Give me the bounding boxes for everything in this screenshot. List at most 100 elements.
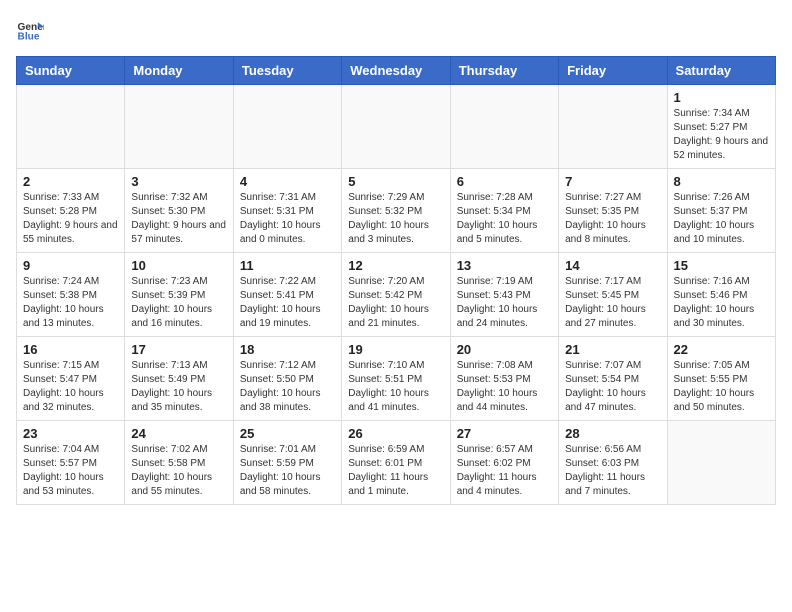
day-number: 25 [240,426,335,441]
calendar-cell: 17 Sunrise: 7:13 AM Sunset: 5:49 PM Dayli… [125,337,233,421]
day-info: Sunrise: 7:28 AM Sunset: 5:34 PM Dayligh… [457,191,552,247]
logo-icon: General Blue [16,16,44,44]
day-info: Sunrise: 7:26 AM Sunset: 5:37 PM Dayligh… [674,191,769,247]
calendar-cell: 3Sunrise: 7:32 AM Sunset: 5:30 PM Daylig… [125,169,233,253]
logo: General Blue [16,16,48,44]
calendar-cell [450,85,558,169]
column-header-saturday: Saturday [667,57,775,85]
day-info: Sunrise: 7:02 AM Sunset: 5:58 PM Dayligh… [131,443,226,499]
day-info: Sunrise: 7:29 AM Sunset: 5:32 PM Dayligh… [348,191,443,247]
day-info: Sunrise: 7:31 AM Sunset: 5:31 PM Dayligh… [240,191,335,247]
calendar-cell [342,85,450,169]
day-info: Sunrise: 6:56 AM Sunset: 6:03 PM Dayligh… [565,443,660,499]
calendar-cell: 1 Sunrise: 7:34 AM Sunset: 5:27 PM Daylig… [667,85,775,169]
calendar-cell: 2Sunrise: 7:33 AM Sunset: 5:28 PM Daylig… [17,169,125,253]
day-info: Sunrise: 7:23 AM Sunset: 5:39 PM Dayligh… [131,275,226,331]
day-info: Sunrise: 7:20 AM Sunset: 5:42 PM Dayligh… [348,275,443,331]
calendar-cell: 14 Sunrise: 7:17 AM Sunset: 5:45 PM Dayli… [559,253,667,337]
calendar-header-row: SundayMondayTuesdayWednesdayThursdayFrid… [17,57,776,85]
calendar-cell: 13 Sunrise: 7:19 AM Sunset: 5:43 PM Dayli… [450,253,558,337]
day-info: Sunrise: 7:08 AM Sunset: 5:53 PM Dayligh… [457,359,552,415]
calendar-cell: 6 Sunrise: 7:28 AM Sunset: 5:34 PM Daylig… [450,169,558,253]
day-number: 5 [348,174,443,189]
day-info: Sunrise: 7:12 AM Sunset: 5:50 PM Dayligh… [240,359,335,415]
column-header-sunday: Sunday [17,57,125,85]
day-number: 13 [457,258,552,273]
day-number: 15 [674,258,769,273]
calendar-cell: 27 Sunrise: 6:57 AM Sunset: 6:02 PM Dayli… [450,421,558,505]
day-number: 17 [131,342,226,357]
day-number: 21 [565,342,660,357]
calendar-cell: 5 Sunrise: 7:29 AM Sunset: 5:32 PM Daylig… [342,169,450,253]
day-info: Sunrise: 7:10 AM Sunset: 5:51 PM Dayligh… [348,359,443,415]
day-info: Sunrise: 7:04 AM Sunset: 5:57 PM Dayligh… [23,443,118,499]
day-info: Sunrise: 6:59 AM Sunset: 6:01 PM Dayligh… [348,443,443,499]
day-number: 8 [674,174,769,189]
calendar-cell: 20 Sunrise: 7:08 AM Sunset: 5:53 PM Dayli… [450,337,558,421]
column-header-friday: Friday [559,57,667,85]
svg-text:Blue: Blue [18,31,40,42]
day-info: Sunrise: 7:17 AM Sunset: 5:45 PM Dayligh… [565,275,660,331]
calendar-cell: 26 Sunrise: 6:59 AM Sunset: 6:01 PM Dayli… [342,421,450,505]
calendar-cell: 23 Sunrise: 7:04 AM Sunset: 5:57 PM Dayli… [17,421,125,505]
column-header-tuesday: Tuesday [233,57,341,85]
calendar-week-row: 16 Sunrise: 7:15 AM Sunset: 5:47 PM Dayli… [17,337,776,421]
day-number: 9 [23,258,118,273]
calendar-cell: 28 Sunrise: 6:56 AM Sunset: 6:03 PM Dayli… [559,421,667,505]
calendar-week-row: 9 Sunrise: 7:24 AM Sunset: 5:38 PM Daylig… [17,253,776,337]
day-number: 18 [240,342,335,357]
calendar-week-row: 23 Sunrise: 7:04 AM Sunset: 5:57 PM Dayli… [17,421,776,505]
day-number: 28 [565,426,660,441]
calendar-cell: 12 Sunrise: 7:20 AM Sunset: 5:42 PM Dayli… [342,253,450,337]
calendar-cell [125,85,233,169]
calendar-week-row: 2Sunrise: 7:33 AM Sunset: 5:28 PM Daylig… [17,169,776,253]
day-number: 12 [348,258,443,273]
calendar-cell [17,85,125,169]
day-number: 1 [674,90,769,105]
calendar-week-row: 1 Sunrise: 7:34 AM Sunset: 5:27 PM Daylig… [17,85,776,169]
day-number: 6 [457,174,552,189]
calendar-table: SundayMondayTuesdayWednesdayThursdayFrid… [16,56,776,505]
day-number: 11 [240,258,335,273]
calendar-cell: 21Sunrise: 7:07 AM Sunset: 5:54 PM Dayli… [559,337,667,421]
calendar-cell: 7 Sunrise: 7:27 AM Sunset: 5:35 PM Daylig… [559,169,667,253]
calendar-cell: 4 Sunrise: 7:31 AM Sunset: 5:31 PM Daylig… [233,169,341,253]
column-header-monday: Monday [125,57,233,85]
calendar-cell: 9 Sunrise: 7:24 AM Sunset: 5:38 PM Daylig… [17,253,125,337]
day-number: 19 [348,342,443,357]
calendar-cell: 15 Sunrise: 7:16 AM Sunset: 5:46 PM Dayli… [667,253,775,337]
calendar-cell: 8 Sunrise: 7:26 AM Sunset: 5:37 PM Daylig… [667,169,775,253]
day-number: 3 [131,174,226,189]
column-header-wednesday: Wednesday [342,57,450,85]
day-number: 22 [674,342,769,357]
calendar-cell: 22 Sunrise: 7:05 AM Sunset: 5:55 PM Dayli… [667,337,775,421]
day-info: Sunrise: 7:24 AM Sunset: 5:38 PM Dayligh… [23,275,118,331]
calendar-cell: 18 Sunrise: 7:12 AM Sunset: 5:50 PM Dayli… [233,337,341,421]
day-info: Sunrise: 7:05 AM Sunset: 5:55 PM Dayligh… [674,359,769,415]
day-info: Sunrise: 6:57 AM Sunset: 6:02 PM Dayligh… [457,443,552,499]
day-info: Sunrise: 7:13 AM Sunset: 5:49 PM Dayligh… [131,359,226,415]
calendar-cell: 10 Sunrise: 7:23 AM Sunset: 5:39 PM Dayli… [125,253,233,337]
day-number: 27 [457,426,552,441]
day-number: 4 [240,174,335,189]
day-info: Sunrise: 7:16 AM Sunset: 5:46 PM Dayligh… [674,275,769,331]
day-info: Sunrise: 7:33 AM Sunset: 5:28 PM Dayligh… [23,191,118,247]
day-number: 23 [23,426,118,441]
calendar-cell [233,85,341,169]
day-info: Sunrise: 7:27 AM Sunset: 5:35 PM Dayligh… [565,191,660,247]
day-number: 20 [457,342,552,357]
day-number: 10 [131,258,226,273]
day-info: Sunrise: 7:34 AM Sunset: 5:27 PM Dayligh… [674,107,769,163]
calendar-cell [559,85,667,169]
calendar-cell [667,421,775,505]
day-info: Sunrise: 7:01 AM Sunset: 5:59 PM Dayligh… [240,443,335,499]
page-header: General Blue [16,16,776,44]
day-info: Sunrise: 7:19 AM Sunset: 5:43 PM Dayligh… [457,275,552,331]
day-info: Sunrise: 7:15 AM Sunset: 5:47 PM Dayligh… [23,359,118,415]
day-number: 14 [565,258,660,273]
calendar-cell: 25 Sunrise: 7:01 AM Sunset: 5:59 PM Dayli… [233,421,341,505]
day-number: 7 [565,174,660,189]
day-info: Sunrise: 7:22 AM Sunset: 5:41 PM Dayligh… [240,275,335,331]
day-number: 26 [348,426,443,441]
day-number: 16 [23,342,118,357]
